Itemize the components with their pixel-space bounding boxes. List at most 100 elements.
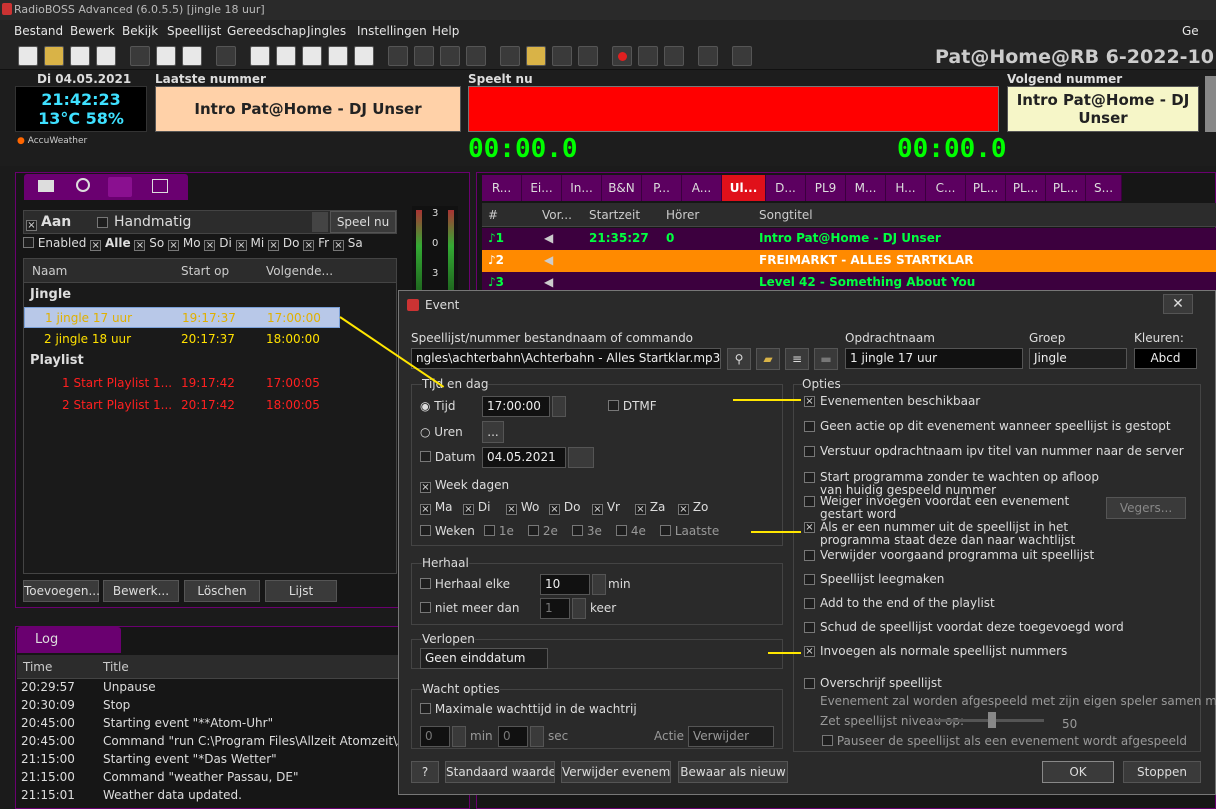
col-time[interactable]: Time: [23, 660, 52, 674]
expiry-select[interactable]: Geen einddatum: [420, 648, 548, 669]
option-checkbox[interactable]: Geen actie op dit evenement wanneer spee…: [804, 420, 1171, 435]
save-as-icon[interactable]: [96, 46, 116, 66]
weekdays-checkbox[interactable]: × Week dagen: [420, 478, 509, 493]
save-new-button[interactable]: Bewaar als nieuw: [678, 761, 788, 783]
event-row[interactable]: 2 jingle 18 uur 20:17:37 18:00:00: [24, 329, 340, 350]
option-checkbox[interactable]: Verwijder voorgaand programma uit speell…: [804, 549, 1104, 564]
playlist-tab[interactable]: Ei...: [522, 175, 562, 201]
library-icon[interactable]: [500, 46, 520, 66]
uren-radio[interactable]: ○ Uren: [420, 425, 463, 439]
max-times-spinner[interactable]: [572, 598, 586, 619]
record-icon[interactable]: [612, 46, 632, 66]
side-scroll[interactable]: [1205, 76, 1216, 132]
dtmf-checkbox[interactable]: DTMF: [608, 399, 657, 413]
mute-icon[interactable]: [732, 46, 752, 66]
repeat-checkbox[interactable]: Herhaal elke: [420, 577, 510, 591]
weekday-checkbox[interactable]: × Vr: [592, 500, 620, 515]
playlist-tab[interactable]: D...: [766, 175, 806, 201]
close-icon[interactable]: ✕: [1163, 294, 1193, 314]
week-checkbox[interactable]: 2e: [528, 524, 558, 538]
option-checkbox[interactable]: Overschrijf speellijst: [804, 677, 1104, 692]
option-checkbox[interactable]: Weiger invoegen voordat een evenement ge…: [804, 495, 1104, 521]
help-button[interactable]: ?: [411, 761, 439, 783]
mic-icon[interactable]: ⚲: [727, 348, 751, 370]
col-songtitel[interactable]: Songtitel: [759, 208, 813, 222]
color-picker[interactable]: Abcd: [1134, 348, 1197, 369]
day-do-checkbox[interactable]: ×: [268, 240, 280, 251]
option-checkbox[interactable]: Speellijst leegmaken: [804, 573, 1104, 588]
delete-button[interactable]: Verwijder evenement: [561, 761, 671, 783]
playlist-tab[interactable]: P...: [642, 175, 682, 201]
day-so-checkbox[interactable]: ×: [134, 240, 146, 251]
menu-gereedschap[interactable]: Gereedschap: [227, 24, 306, 38]
log-tab[interactable]: Log: [17, 627, 121, 653]
playlist-tab[interactable]: PL...: [1046, 175, 1086, 201]
playlist-tab[interactable]: PL...: [966, 175, 1006, 201]
date-input[interactable]: 04.05.2021: [482, 447, 566, 468]
menu-bewerk[interactable]: Bewerk: [70, 24, 115, 38]
name-input[interactable]: 1 jingle 17 uur: [845, 348, 1023, 369]
playlist-tab[interactable]: M...: [846, 175, 886, 201]
col-vor[interactable]: Vor...: [542, 208, 572, 222]
option-checkbox[interactable]: Add to the end of the playlist: [804, 597, 1104, 612]
col-next[interactable]: Volgende...: [266, 264, 333, 278]
menu-extra[interactable]: Ge: [1182, 24, 1199, 38]
tijd-radio[interactable]: ◉ Tijd: [420, 399, 456, 413]
weekday-checkbox[interactable]: × Zo: [678, 500, 708, 515]
playlist-tab[interactable]: H...: [886, 175, 926, 201]
copy-icon[interactable]: [156, 46, 176, 66]
undo-icon[interactable]: [216, 46, 236, 66]
stream-icon[interactable]: [664, 46, 684, 66]
option-checkbox[interactable]: Schud de speellijst voordat deze toegevo…: [804, 621, 1124, 636]
uren-button[interactable]: ...: [482, 421, 504, 443]
max-times-checkbox[interactable]: niet meer dan: [420, 601, 519, 615]
level-slider-thumb[interactable]: [988, 712, 996, 728]
tools-icon[interactable]: [552, 46, 572, 66]
layout3-icon[interactable]: [302, 46, 322, 66]
schedule-icon[interactable]: [108, 177, 132, 197]
insert-track3-icon[interactable]: [440, 46, 460, 66]
insert-track4-icon[interactable]: [466, 46, 486, 66]
defaults-button[interactable]: Standaard waarden: [445, 761, 555, 783]
search-icon[interactable]: [76, 178, 90, 192]
folder-icon[interactable]: ▰: [756, 348, 780, 370]
event-row-selected[interactable]: 1 jingle 17 uur 19:17:37 17:00:00: [24, 307, 340, 328]
col-startzeit[interactable]: Startzeit: [589, 208, 640, 222]
event-row[interactable]: 1 Start Playlist 1... 19:17:42 17:00:05: [24, 373, 340, 394]
wait-min-spinner[interactable]: [452, 726, 466, 747]
scheduler-icon[interactable]: [526, 46, 546, 66]
repeat-input[interactable]: 10: [540, 574, 590, 595]
week-checkbox[interactable]: 3e: [572, 524, 602, 538]
playlist-tab[interactable]: A...: [682, 175, 722, 201]
open-folder-icon[interactable]: [44, 46, 64, 66]
command-icon[interactable]: ▬: [814, 348, 838, 370]
layout1-icon[interactable]: [250, 46, 270, 66]
save-icon[interactable]: [70, 46, 90, 66]
playlist-row-highlight[interactable]: ♪2 ◀ FREIMARKT - ALLES STARTKLAR: [482, 250, 1216, 272]
menu-help[interactable]: Help: [432, 24, 459, 38]
insert-track-icon[interactable]: [388, 46, 408, 66]
week-checkbox[interactable]: 1e: [484, 524, 514, 538]
col-number[interactable]: #: [488, 208, 498, 222]
wait-sec-spinner[interactable]: [530, 726, 544, 747]
option-checkbox[interactable]: × Invoegen als normale speellijst nummers: [804, 645, 1104, 660]
cancel-button[interactable]: Stoppen: [1123, 761, 1201, 783]
vegers-button[interactable]: Vegers...: [1106, 497, 1186, 519]
playlist-tab[interactable]: Ul...: [722, 175, 766, 201]
menu-bekijk[interactable]: Bekijk: [122, 24, 158, 38]
delete-event-button[interactable]: Löschen: [184, 580, 260, 602]
handmatig-checkbox[interactable]: [97, 217, 108, 228]
weekday-checkbox[interactable]: × Za: [635, 500, 665, 515]
playlist-tab[interactable]: R...: [482, 175, 522, 201]
option-checkbox[interactable]: × Als er een nummer uit de speellijst in …: [804, 521, 1104, 547]
menu-bestand[interactable]: Bestand: [14, 24, 63, 38]
add-icon[interactable]: [354, 46, 374, 66]
time-spinner[interactable]: [552, 396, 566, 417]
weekday-checkbox[interactable]: × Ma: [420, 500, 453, 515]
insert-track2-icon[interactable]: [414, 46, 434, 66]
add-event-button[interactable]: Toevoegen...: [23, 580, 100, 602]
date-picker-icon[interactable]: [568, 447, 594, 468]
playlist-tab[interactable]: PL9: [806, 175, 846, 201]
col-start[interactable]: Start op: [181, 264, 229, 278]
weekday-checkbox[interactable]: × Do: [549, 500, 580, 515]
